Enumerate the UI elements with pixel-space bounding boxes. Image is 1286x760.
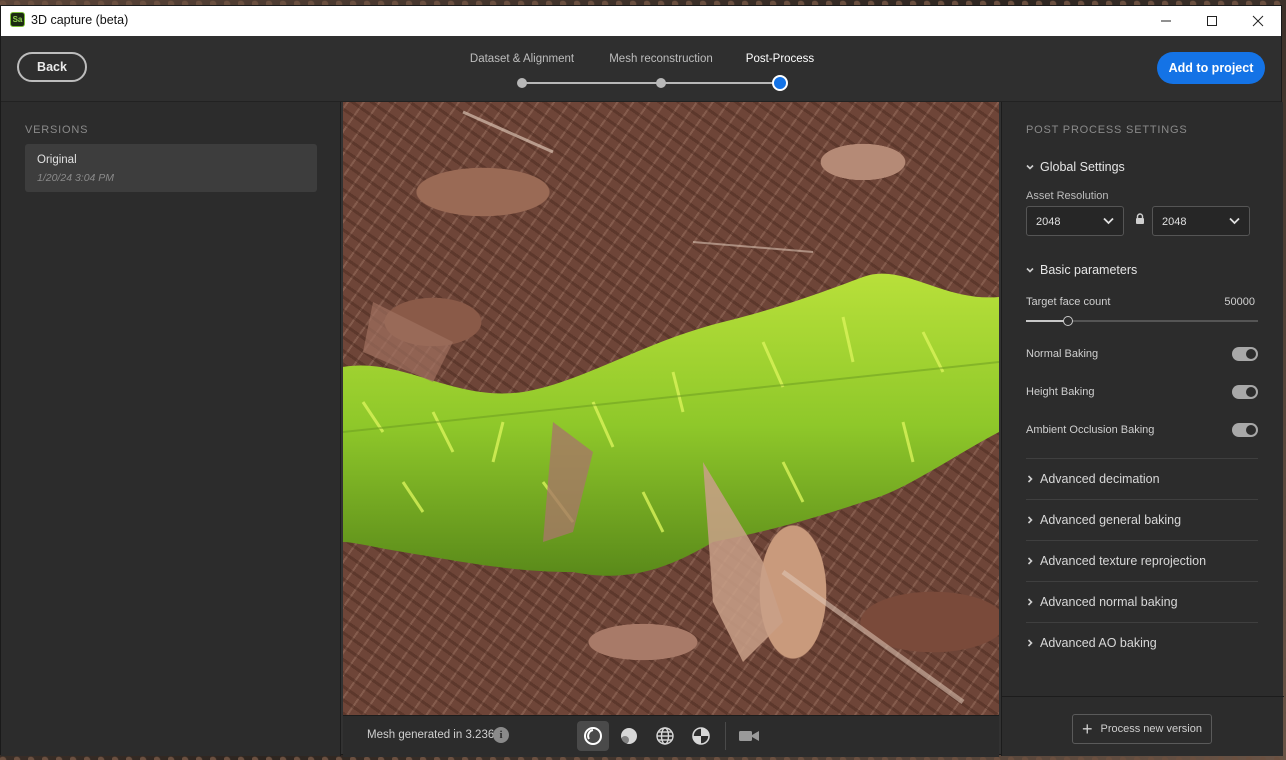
ao-baking-toggle[interactable] <box>1232 423 1258 437</box>
minimize-button[interactable] <box>1143 6 1189 36</box>
process-new-version-button[interactable]: + Process new version <box>1072 714 1212 744</box>
step-label-mesh[interactable]: Mesh reconstruction <box>609 53 713 65</box>
wireframe-view-button[interactable] <box>649 721 681 751</box>
divider <box>1026 458 1258 459</box>
toolbar-divider <box>725 722 726 750</box>
uv-checker-icon <box>692 727 710 745</box>
camera-button[interactable] <box>733 721 765 751</box>
advanced-general-baking-label: Advanced general baking <box>1040 513 1182 527</box>
advanced-normal-baking-section[interactable]: Advanced normal baking <box>1026 595 1178 609</box>
versions-title: VERSIONS <box>25 124 89 136</box>
title-bar: Sa 3D capture (beta) <box>1 6 1281 36</box>
divider <box>1026 499 1258 500</box>
versions-panel: VERSIONS Original 1/20/24 3:04 PM <box>1 102 341 756</box>
asset-resolution-label: Asset Resolution <box>1026 190 1109 202</box>
lock-icon[interactable] <box>1135 213 1145 225</box>
normal-baking-row: Normal Baking <box>1026 345 1258 365</box>
stepper-line-2 <box>661 82 780 84</box>
face-count-slider-fill <box>1026 320 1068 322</box>
3d-viewport[interactable] <box>343 102 999 715</box>
chevron-right-icon <box>1027 516 1033 524</box>
chevron-down-icon <box>1026 164 1034 170</box>
info-icon[interactable]: i <box>493 727 509 743</box>
chevron-down-icon <box>1229 217 1240 225</box>
version-date: 1/20/24 3:04 PM <box>37 172 115 184</box>
chevron-right-icon <box>1027 557 1033 565</box>
maximize-icon <box>1207 16 1217 26</box>
version-name: Original <box>37 154 77 166</box>
basic-parameters-heading: Basic parameters <box>1040 263 1138 277</box>
height-baking-label: Height Baking <box>1026 386 1095 398</box>
material-view-button[interactable] <box>613 721 645 751</box>
maximize-button[interactable] <box>1189 6 1235 36</box>
app-window: Sa 3D capture (beta) Back Dataset & Alig… <box>0 5 1284 757</box>
normal-baking-label: Normal Baking <box>1026 348 1099 360</box>
settings-title: POST PROCESS SETTINGS <box>1026 124 1188 136</box>
settings-footer: + Process new version <box>1002 696 1284 757</box>
ao-baking-row: Ambient Occlusion Baking <box>1026 421 1258 441</box>
ao-baking-label: Ambient Occlusion Baking <box>1026 424 1155 436</box>
advanced-decimation-section[interactable]: Advanced decimation <box>1026 472 1160 486</box>
face-count-slider-track[interactable] <box>1026 320 1258 322</box>
uv-checker-button[interactable] <box>685 721 717 751</box>
app-logo-icon: Sa <box>10 12 25 27</box>
resolution-width-value: 2048 <box>1036 216 1061 228</box>
minimize-icon <box>1161 20 1171 22</box>
camera-icon <box>739 731 759 741</box>
chevron-down-icon <box>1103 217 1114 225</box>
divider <box>1026 622 1258 623</box>
close-button[interactable] <box>1235 6 1281 36</box>
viewport-toolbar: Mesh generated in 3.236s i <box>343 715 999 757</box>
global-settings-toggle[interactable]: Global Settings <box>1026 160 1125 174</box>
step-label-dataset[interactable]: Dataset & Alignment <box>470 53 574 65</box>
close-icon <box>1252 15 1264 27</box>
render-mode-button[interactable] <box>577 721 609 751</box>
advanced-texture-reprojection-label: Advanced texture reprojection <box>1040 554 1207 568</box>
chevron-right-icon <box>1027 639 1033 647</box>
basic-parameters-toggle[interactable]: Basic parameters <box>1026 263 1137 277</box>
stepper-line-1 <box>522 82 661 84</box>
face-count-label: Target face count <box>1026 296 1111 308</box>
add-to-project-button[interactable]: Add to project <box>1157 52 1265 84</box>
advanced-normal-baking-label: Advanced normal baking <box>1040 595 1178 609</box>
face-count-slider-thumb[interactable] <box>1063 316 1073 326</box>
back-button[interactable]: Back <box>17 52 87 82</box>
advanced-general-baking-section[interactable]: Advanced general baking <box>1026 513 1181 527</box>
moss-log-render <box>343 110 999 705</box>
material-sphere-icon <box>621 728 637 744</box>
resolution-width-select[interactable]: 2048 <box>1026 206 1124 236</box>
advanced-ao-baking-section[interactable]: Advanced AO baking <box>1026 636 1157 650</box>
resolution-height-value: 2048 <box>1162 216 1187 228</box>
chevron-right-icon <box>1027 475 1033 483</box>
chevron-right-icon <box>1027 598 1033 606</box>
process-new-version-label: Process new version <box>1100 723 1203 735</box>
post-process-settings-panel: POST PROCESS SETTINGS Global Settings As… <box>1001 102 1284 757</box>
advanced-texture-reprojection-section[interactable]: Advanced texture reprojection <box>1026 554 1206 568</box>
height-baking-toggle[interactable] <box>1232 385 1258 399</box>
step-dot-dataset[interactable] <box>517 78 527 88</box>
render-mode-icon <box>584 727 602 745</box>
advanced-ao-baking-label: Advanced AO baking <box>1040 636 1157 650</box>
divider <box>1026 581 1258 582</box>
step-dot-mesh[interactable] <box>656 78 666 88</box>
chevron-down-icon <box>1026 267 1034 273</box>
resolution-height-select[interactable]: 2048 <box>1152 206 1250 236</box>
divider <box>1026 540 1258 541</box>
workflow-header: Back Dataset & Alignment Mesh reconstruc… <box>1 36 1281 102</box>
version-item[interactable]: Original 1/20/24 3:04 PM <box>25 144 317 192</box>
step-dot-postprocess[interactable] <box>772 75 788 91</box>
wireframe-globe-icon <box>656 727 674 745</box>
height-baking-row: Height Baking <box>1026 383 1258 403</box>
global-settings-heading: Global Settings <box>1040 160 1125 174</box>
mesh-status-text: Mesh generated in 3.236s <box>367 729 500 741</box>
normal-baking-toggle[interactable] <box>1232 347 1258 361</box>
plus-icon: + <box>1081 719 1093 739</box>
face-count-value: 50000 <box>1224 296 1255 308</box>
advanced-decimation-label: Advanced decimation <box>1040 472 1160 486</box>
step-label-postprocess[interactable]: Post-Process <box>746 53 814 65</box>
window-title: 3D capture (beta) <box>31 13 129 27</box>
